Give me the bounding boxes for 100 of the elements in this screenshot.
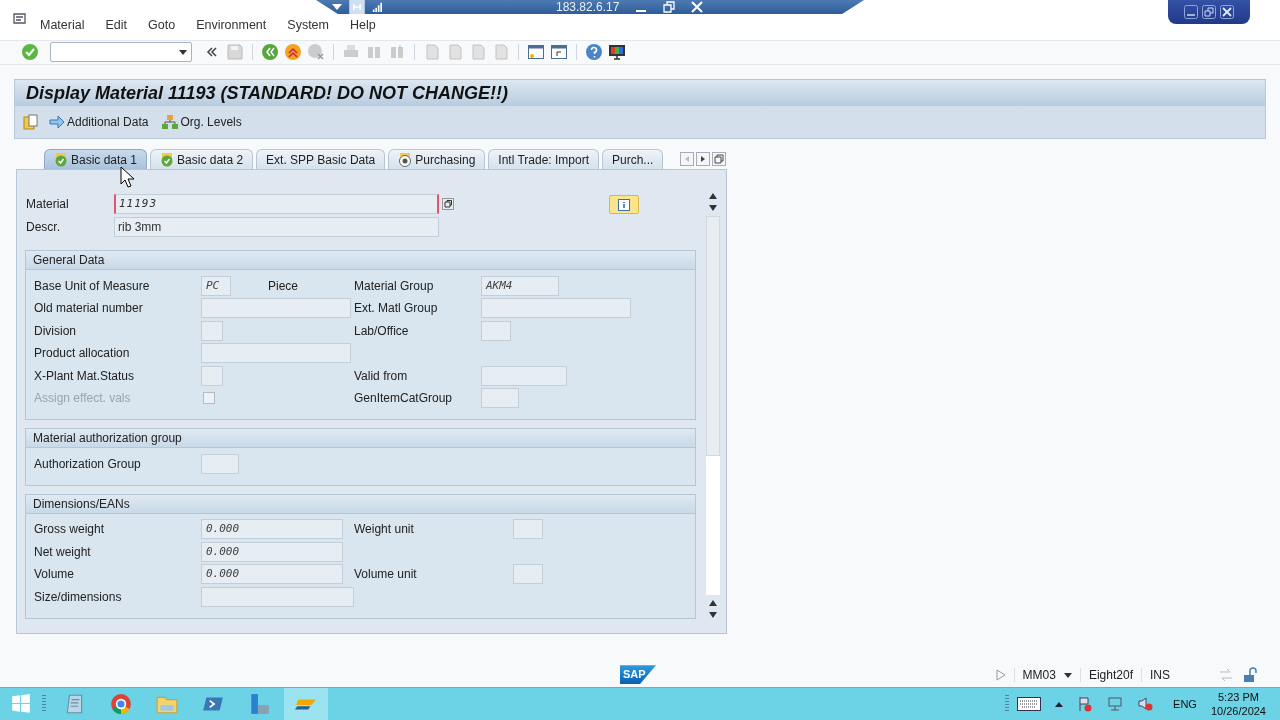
screen-title: Display Material 11193 (STANDARD! DO NOT CHANGE!!): [26, 82, 509, 104]
show-hidden-icon[interactable]: [1055, 701, 1064, 707]
field-label: Valid from: [354, 368, 409, 383]
restore-icon[interactable]: [1202, 5, 1216, 19]
toolbar-button[interactable]: Org. Levels: [158, 112, 246, 133]
scroll-up-icon[interactable]: [708, 192, 718, 201]
input-field[interactable]: AKM4: [481, 275, 559, 296]
shortcut-icon[interactable]: [550, 43, 568, 62]
language-indicator[interactable]: ENG: [1173, 698, 1197, 710]
radio-icon: [398, 152, 413, 167]
new-session-icon[interactable]: [527, 43, 545, 62]
field-label: Descr.: [25, 219, 61, 234]
input-field[interactable]: 0.000: [201, 519, 343, 540]
input-field[interactable]: 0.000: [201, 564, 343, 585]
copy-icon[interactable]: [442, 197, 454, 210]
input-field[interactable]: [201, 586, 354, 607]
input-field[interactable]: PC: [201, 275, 231, 296]
field-label: Old material number: [34, 301, 144, 316]
exit-icon[interactable]: [284, 43, 302, 62]
input-field[interactable]: [201, 343, 351, 364]
network-icon[interactable]: [1107, 696, 1124, 712]
connection-icon: [1218, 667, 1234, 684]
minimize-icon[interactable]: [1184, 5, 1198, 19]
input-field[interactable]: 11193: [114, 193, 439, 214]
layout-icon[interactable]: [608, 43, 626, 62]
field-label: Ext. Matl Group: [354, 301, 439, 316]
sap-logon-button[interactable]: [284, 688, 328, 720]
transaction-code[interactable]: MM03: [1013, 668, 1056, 683]
field-label: Product allocation: [34, 346, 131, 361]
toolbar-button[interactable]: Additional Data: [45, 112, 153, 133]
enter-icon[interactable]: [21, 43, 39, 62]
ip-address: 183.82.6.17: [556, 0, 620, 14]
check-icon: [54, 152, 68, 167]
field-label: Size/dimensions: [34, 589, 123, 604]
server-icon[interactable]: [248, 693, 270, 715]
clipboard-icon[interactable]: [23, 114, 39, 131]
input-field[interactable]: [201, 320, 223, 341]
back-icon[interactable]: [261, 43, 279, 62]
input-field[interactable]: rib 3mm: [114, 216, 439, 237]
field-label: Division: [34, 323, 77, 338]
close-icon[interactable]: [1220, 5, 1234, 19]
command-field[interactable]: [50, 42, 192, 63]
field-label: Net weight: [34, 544, 92, 559]
menu-item[interactable]: Material: [40, 11, 85, 32]
info-icon: [618, 198, 630, 211]
scroll-down-icon[interactable]: [708, 611, 718, 620]
field-label: X-Plant Mat.Status: [34, 368, 136, 383]
caret-icon[interactable]: [332, 2, 342, 12]
field-label: Weight unit: [354, 522, 415, 537]
input-field[interactable]: [201, 298, 351, 319]
section-title: Material authorization group: [33, 431, 182, 446]
menu-item[interactable]: Edit: [105, 11, 127, 32]
tab-list-icon[interactable]: [712, 152, 727, 167]
field-label: Material: [25, 196, 70, 211]
input-field[interactable]: 0.000: [201, 541, 343, 562]
menu-item[interactable]: Goto: [148, 11, 176, 32]
field-label: Gross weight: [34, 522, 106, 537]
menu-item[interactable]: System: [287, 11, 329, 32]
menu-item[interactable]: Help: [350, 11, 376, 32]
tab[interactable]: Purchasing: [388, 149, 486, 170]
section-title: Dimensions/EANs: [33, 496, 130, 511]
scroll-up-icon[interactable]: [708, 599, 718, 608]
scroll-right-icon[interactable]: [696, 152, 711, 167]
flag-icon[interactable]: [1077, 696, 1094, 712]
play-icon[interactable]: [995, 669, 1006, 682]
info-button[interactable]: [609, 195, 639, 215]
menu-item[interactable]: Environment: [196, 11, 267, 32]
input-field[interactable]: [201, 365, 223, 386]
start-icon[interactable]: [10, 693, 32, 715]
caret-icon[interactable]: [1063, 672, 1072, 678]
caret-icon[interactable]: [179, 50, 187, 56]
help-icon[interactable]: [585, 43, 603, 62]
lock-icon[interactable]: [1242, 667, 1258, 684]
tab[interactable]: Basic data 1: [44, 149, 148, 170]
clock-time[interactable]: 5:23 PM: [1218, 690, 1259, 704]
volume-icon[interactable]: [1137, 696, 1154, 712]
input-field[interactable]: [481, 388, 519, 409]
input-field[interactable]: [513, 519, 543, 540]
keyboard-icon[interactable]: [1017, 697, 1042, 711]
pin-icon[interactable]: [348, 0, 366, 14]
cancel-icon[interactable]: [307, 43, 325, 62]
server-name: Eight20f: [1079, 668, 1133, 683]
clock-date[interactable]: 10/26/2024: [1210, 704, 1266, 718]
scroll-down-icon[interactable]: [708, 204, 718, 213]
field-label: Material Group: [354, 278, 435, 293]
menu-icon[interactable]: [12, 10, 28, 27]
scrollbar[interactable]: [706, 192, 720, 620]
input-field[interactable]: [481, 365, 567, 386]
input-field[interactable]: [481, 320, 511, 341]
save-icon[interactable]: [226, 43, 244, 62]
tab[interactable]: Intl Trade: Import: [488, 149, 599, 170]
input-field[interactable]: [481, 298, 631, 319]
browser-icon[interactable]: [110, 693, 132, 715]
hierarchy-icon: [162, 114, 179, 131]
input-field[interactable]: [201, 453, 239, 474]
tab[interactable]: Ext. SPP Basic Data: [256, 149, 386, 170]
tab[interactable]: Purch...: [602, 149, 664, 170]
input-field[interactable]: [513, 564, 543, 585]
field-label: Base Unit of Measure: [34, 278, 151, 293]
tab[interactable]: Basic data 2: [150, 149, 254, 170]
